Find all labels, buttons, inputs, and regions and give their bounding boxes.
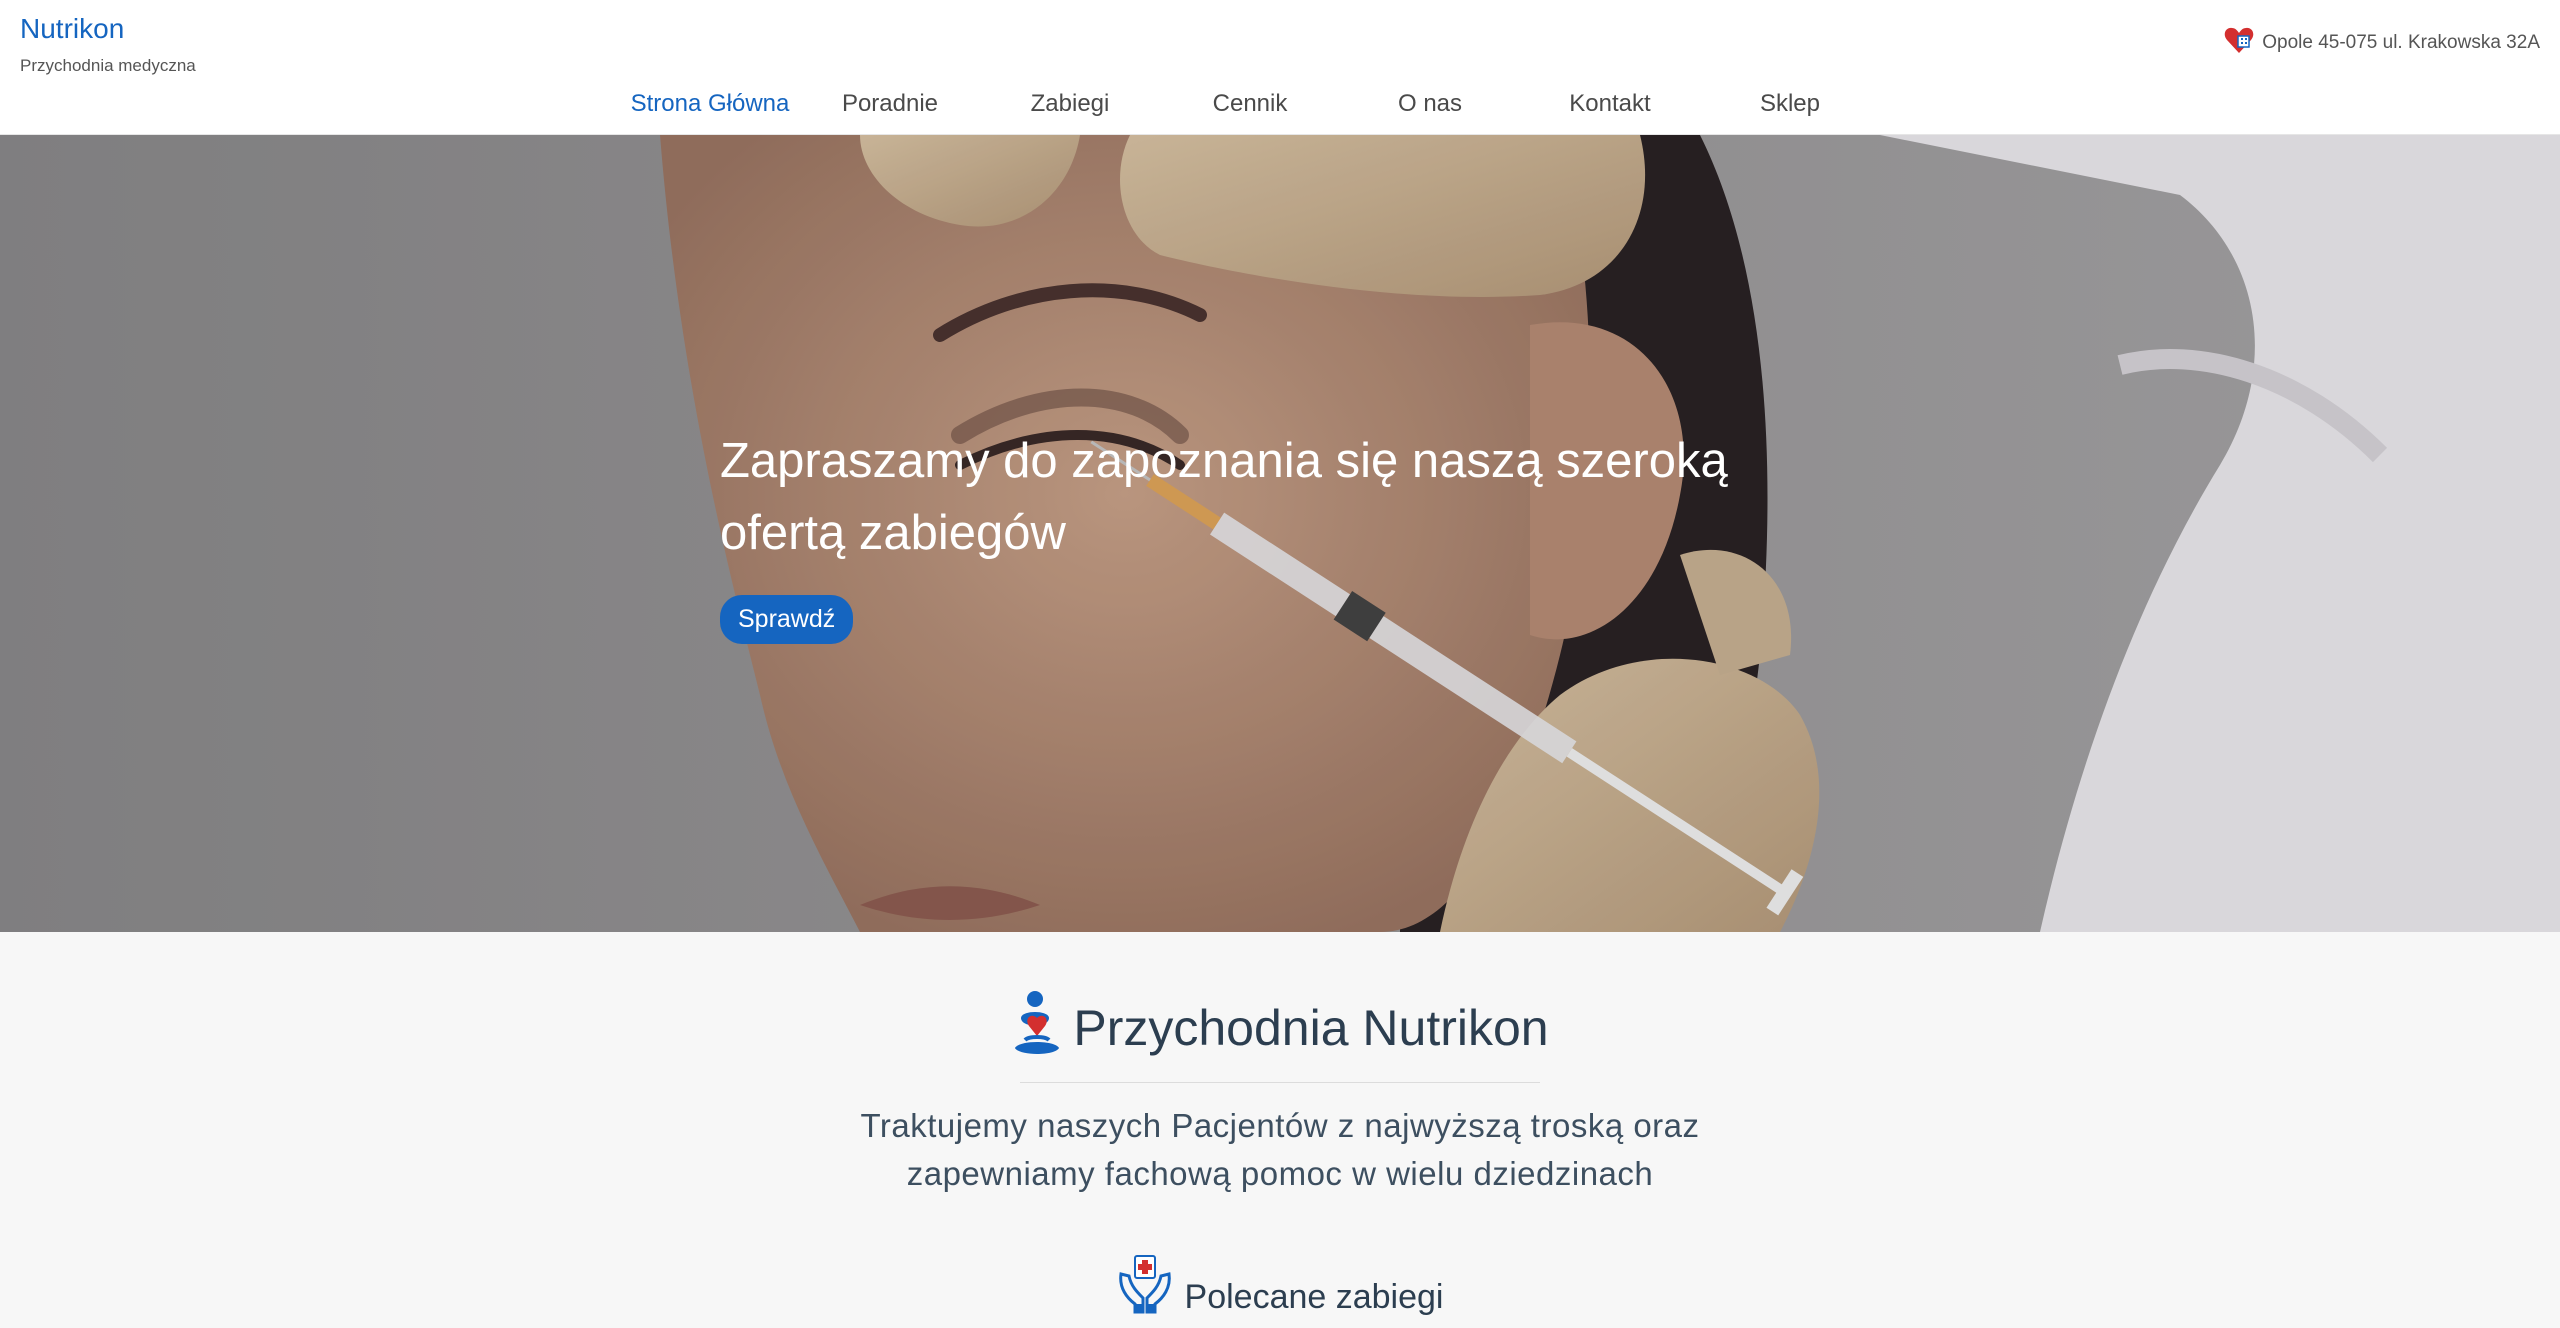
site-header: Nutrikon Przychodnia medyczna Opole 45-0… [0, 0, 2560, 135]
brand-tagline: Przychodnia medyczna [20, 56, 196, 75]
about-description: Traktujemy naszych Pacjentów z najwyższą… [860, 1107, 1700, 1192]
main-nav: Strona Główna Poradnie Zabiegi Cennik O … [620, 86, 1880, 122]
address-text: Opole 45-075 ul. Krakowska 32A [2262, 32, 2540, 53]
clinic-logo-icon [1011, 990, 1063, 1065]
hero-headline: Zapraszamy do zapoznania się naszą szero… [720, 434, 1728, 560]
nav-kontakt[interactable]: Kontakt [1520, 86, 1700, 122]
header-address: Opole 45-075 ul. Krakowska 32A [2224, 26, 2540, 60]
nav-o-nas[interactable]: O nas [1340, 86, 1520, 122]
divider [1020, 1082, 1540, 1083]
check-offer-button[interactable]: Sprawdź [720, 595, 854, 644]
nav-poradnie[interactable]: Poradnie [800, 86, 980, 122]
about-title: Przychodnia Nutrikon [1073, 999, 1549, 1056]
nav-sklep[interactable]: Sklep [1700, 86, 1880, 122]
hero-banner: Zapraszamy do zapoznania się naszą szero… [0, 135, 2560, 932]
about-section: Przychodnia Nutrikon Traktujemy naszych … [0, 932, 2560, 1328]
about-heading: Przychodnia Nutrikon [0, 990, 2560, 1065]
featured-label: Polecane zabiegi [1184, 1278, 1444, 1316]
brand[interactable]: Nutrikon Przychodnia medyczna [20, 12, 196, 76]
hero-content: Zapraszamy do zapoznania się naszą szero… [720, 425, 1800, 644]
brand-name[interactable]: Nutrikon [20, 12, 196, 46]
nav-cennik[interactable]: Cennik [1160, 86, 1340, 122]
nav-home[interactable]: Strona Główna [620, 86, 800, 122]
hands-medical-icon [1117, 1254, 1173, 1319]
nav-zabiegi[interactable]: Zabiegi [980, 86, 1160, 122]
heart-hospital-icon [2224, 26, 2254, 60]
featured-heading: Polecane zabiegi [0, 1254, 2560, 1319]
